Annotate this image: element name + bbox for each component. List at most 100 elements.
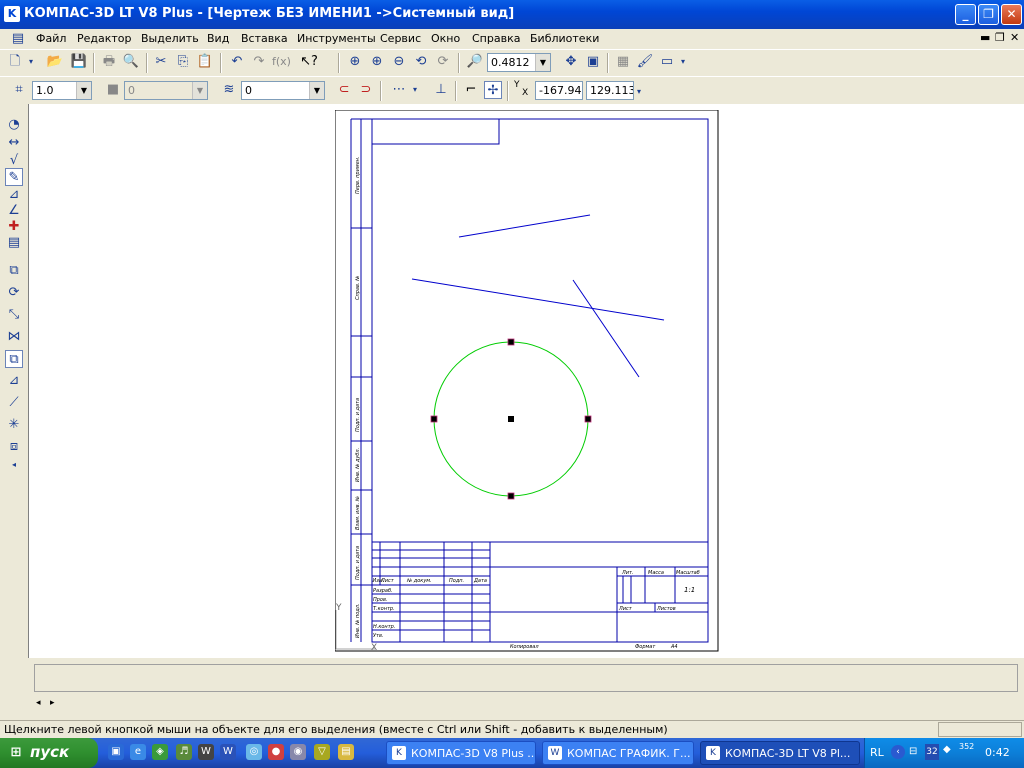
winamp-icon[interactable]: W (198, 744, 214, 760)
menu-view[interactable]: Вид (207, 32, 229, 45)
drawing-sheet[interactable]: Изм. Лист № докум. Подп. Дата Разраб. Пр… (335, 110, 719, 652)
grid-icon[interactable]: ⋯ (390, 81, 408, 99)
taskbar-kompas-lt[interactable]: K КОМПАС-3D LT V8 Pl... (700, 741, 860, 765)
zoom-scale-icon[interactable]: 🔎 (466, 53, 484, 71)
edit-icon[interactable]: ✎ (5, 168, 23, 186)
print-icon[interactable]: 🖶 (100, 53, 118, 71)
menu-libraries[interactable]: Библиотеки (530, 32, 599, 45)
ortho-mode-icon[interactable]: ⌐ (462, 81, 480, 99)
layer-combo[interactable]: 0 ▼ (241, 81, 325, 100)
more-tools-icon[interactable]: ◂ (5, 456, 23, 474)
new-dropdown-icon[interactable]: ▾ (26, 53, 36, 71)
zoom-window-icon[interactable]: ⊕ (368, 53, 386, 71)
menu-window[interactable]: Окно (431, 32, 460, 45)
snap-grid-icon[interactable]: ⌗ (10, 81, 28, 99)
media-icon[interactable]: ● (268, 744, 284, 760)
tray-counter-2[interactable]: 352 (959, 742, 974, 751)
help-pointer-icon[interactable]: ↖? (300, 53, 318, 71)
zoom-prev-icon[interactable]: ⟲ (412, 53, 430, 71)
doc-close-icon[interactable]: ✕ (1010, 31, 1019, 44)
coord-y-field[interactable]: 129.113 (586, 81, 634, 100)
menu-insert[interactable]: Вставка (241, 32, 288, 45)
taskbar-word-doc[interactable]: W КОМПАС ГРАФИК. Г... (542, 741, 694, 765)
clear-area-icon[interactable]: ⧈ (5, 438, 23, 456)
menu-service[interactable]: Сервис (380, 32, 421, 45)
ie-icon[interactable]: e (130, 744, 146, 760)
doc-restore-icon[interactable]: ❐ (995, 31, 1005, 44)
brush-icon[interactable]: 🖌 (636, 53, 654, 71)
taskbar-kompas-1[interactable]: K КОМПАС-3D V8 Plus ... (386, 741, 536, 765)
tray-counter-1[interactable]: 32 (925, 744, 939, 760)
disc-icon[interactable]: ◉ (290, 744, 306, 760)
close-button[interactable]: ✕ (1001, 4, 1022, 25)
zoom-next-icon[interactable]: ⟳ (434, 53, 452, 71)
chevron-down-icon[interactable]: ▼ (535, 54, 550, 71)
grid-dropdown-icon[interactable]: ▾ (410, 81, 420, 99)
deform-icon[interactable]: ⊿ (5, 372, 23, 390)
panel-dropdown-icon[interactable]: ▾ (678, 53, 688, 71)
doc-minimize-icon[interactable]: ▬ (980, 31, 990, 44)
copy-icon[interactable]: ⎘ (174, 53, 192, 71)
zoom-combo[interactable]: 0.4812 ▼ (487, 53, 551, 72)
undo-icon[interactable]: ↶ (228, 53, 246, 71)
symmetry-icon[interactable]: ⋈ (5, 328, 23, 346)
cut-icon[interactable]: ✂ (152, 53, 170, 71)
kompas-app-icon[interactable]: K (4, 6, 20, 22)
properties-icon[interactable]: ▦ (614, 53, 632, 71)
minimize-button[interactable]: _ (955, 4, 976, 25)
menu-select[interactable]: Выделить (141, 32, 199, 45)
search-icon[interactable]: ◎ (246, 744, 262, 760)
geometry-icon[interactable]: ◔ (5, 116, 23, 134)
function-icon[interactable]: f(x) (272, 53, 291, 71)
redo-icon[interactable]: ↷ (250, 53, 268, 71)
save-icon[interactable]: 💾 (70, 53, 88, 71)
move-icon[interactable]: ⧉ (5, 262, 23, 280)
dimensions-icon[interactable]: ↔ (5, 134, 23, 152)
scroll-right-icon[interactable]: ▸ (50, 698, 55, 708)
chevron-down-icon[interactable]: ▼ (76, 82, 91, 99)
menu-editor[interactable]: Редактор (77, 32, 132, 45)
sound-icon[interactable]: ♬ (176, 744, 192, 760)
trim-icon[interactable]: ⟋ (5, 394, 23, 412)
word-icon[interactable]: W (220, 744, 236, 760)
app-quicklaunch-icon[interactable]: ◈ (152, 744, 168, 760)
open-folder-icon[interactable]: 📂 (46, 53, 64, 71)
menu-tools[interactable]: Инструменты (297, 32, 376, 45)
rotate-icon[interactable]: ⟳ (5, 284, 23, 302)
tray-arrow-icon[interactable]: ‹ (891, 745, 905, 759)
network-icon[interactable]: ⊟ (909, 746, 917, 757)
archive-icon[interactable]: ▤ (338, 744, 354, 760)
drawing-canvas[interactable]: Изм. Лист № докум. Подп. Дата Разраб. Пр… (28, 104, 1024, 658)
show-desktop-icon[interactable]: ▣ (108, 744, 124, 760)
menu-help[interactable]: Справка (472, 32, 520, 45)
line-weight-combo[interactable]: 1.0 ▼ (32, 81, 92, 100)
document-icon[interactable]: ▤ (10, 30, 26, 46)
new-document-icon[interactable]: 🗋 (6, 53, 24, 71)
scroll-left-icon[interactable]: ◂ (36, 698, 41, 708)
coord-x-field[interactable]: -167.94 (535, 81, 583, 100)
triangle-app-icon[interactable]: ▽ (314, 744, 330, 760)
pan-icon[interactable]: ✥ (562, 53, 580, 71)
tray-shield-icon[interactable]: ◆ (943, 744, 951, 755)
coord-dropdown-icon[interactable]: ▾ (634, 83, 644, 101)
scale-icon[interactable]: ⤡ (5, 306, 23, 324)
zoom-in-icon[interactable]: ⊕ (346, 53, 364, 71)
copy-array-icon[interactable]: ⧉ (5, 350, 23, 368)
break-icon[interactable]: ✳ (5, 416, 23, 434)
language-indicator[interactable]: RL (870, 746, 884, 759)
local-cs-icon[interactable]: ⊥ (432, 81, 450, 99)
start-button[interactable]: ⊞ пуск (0, 738, 98, 768)
layers-icon[interactable]: ≋ (220, 81, 238, 99)
snap-toggle-icon[interactable]: ✢ (484, 81, 502, 99)
chevron-down-icon[interactable]: ▼ (309, 82, 324, 99)
menu-file[interactable]: Файл (36, 32, 66, 45)
reports-icon[interactable]: ▤ (5, 234, 23, 252)
snap-magnet-icon[interactable]: ⊂ (335, 81, 353, 99)
local-snap-icon[interactable]: ⊃ (357, 81, 375, 99)
show-all-icon[interactable]: ▣ (584, 53, 602, 71)
zoom-out-icon[interactable]: ⊖ (390, 53, 408, 71)
restore-button[interactable]: ❐ (978, 4, 999, 25)
panel-icon[interactable]: ▭ (658, 53, 676, 71)
paste-icon[interactable]: 📋 (196, 53, 214, 71)
print-preview-icon[interactable]: 🔍 (122, 53, 140, 71)
